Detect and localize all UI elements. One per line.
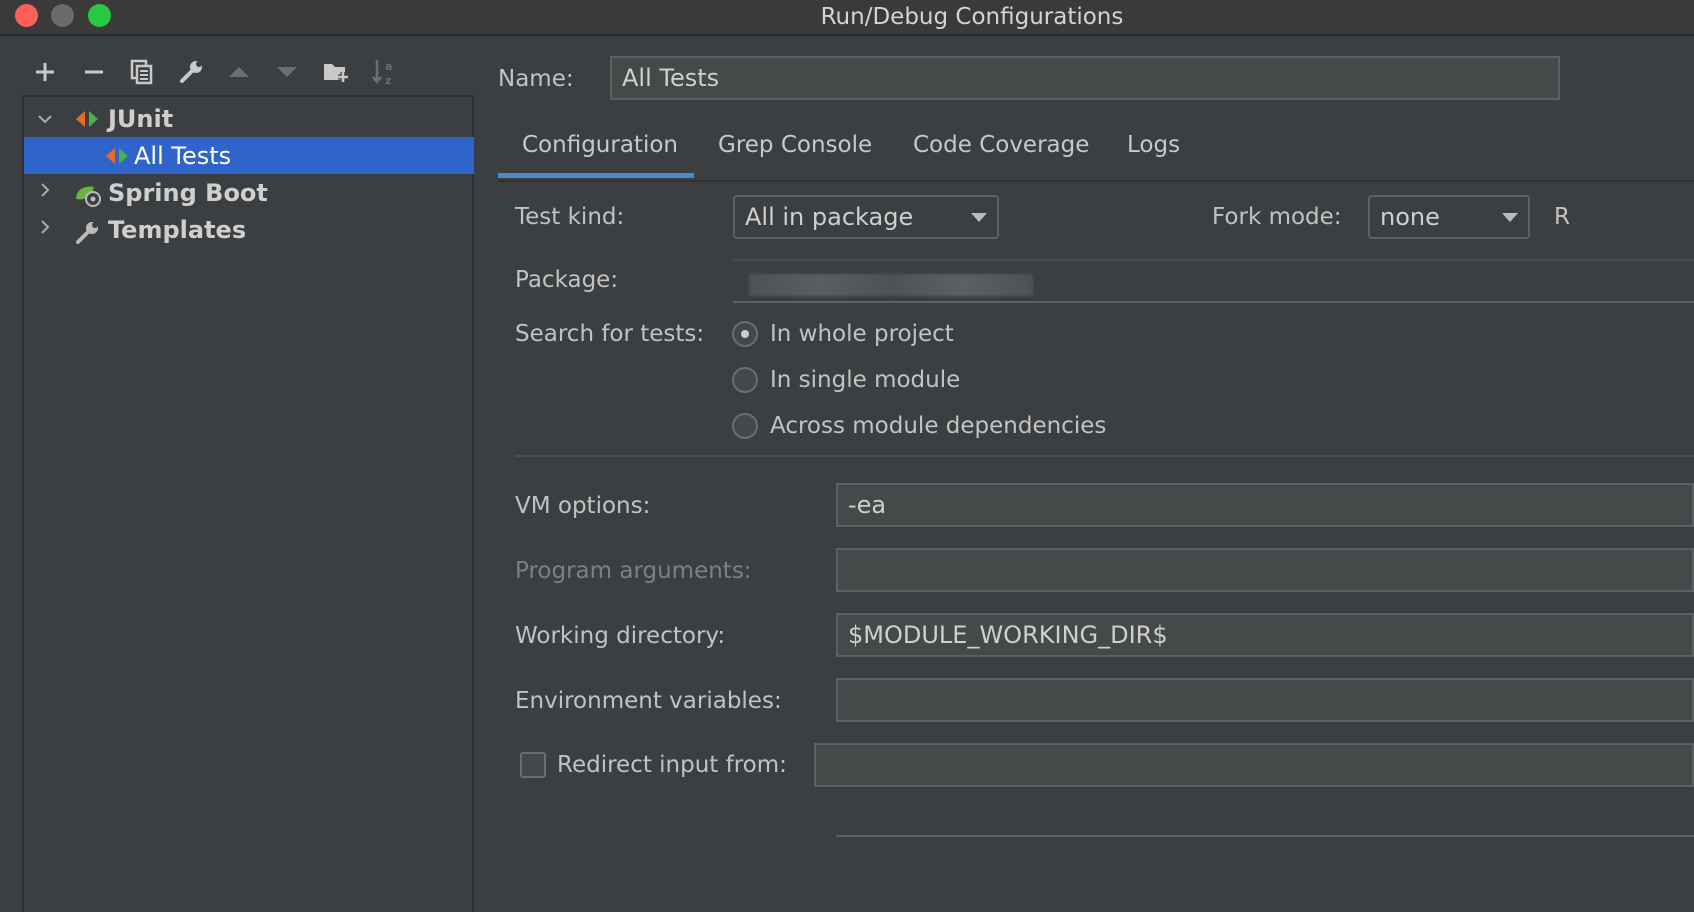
spring-boot-icon xyxy=(74,183,101,207)
chevron-down-icon xyxy=(1502,212,1518,222)
test-kind-label: Test kind: xyxy=(515,204,625,230)
remove-icon[interactable] xyxy=(77,54,111,90)
chevron-right-icon[interactable] xyxy=(30,182,60,203)
title-bar: Run/Debug Configurations xyxy=(0,0,1694,36)
radio-across-modules[interactable] xyxy=(732,413,758,439)
radio-single-module[interactable] xyxy=(732,367,758,393)
program-arguments-label: Program arguments: xyxy=(515,558,752,584)
copy-icon[interactable] xyxy=(125,54,159,90)
configuration-tree: JUnit All Tests Spring Boot Templates xyxy=(22,95,474,912)
tree-item-templates[interactable]: Templates xyxy=(24,211,474,248)
redirect-input-field[interactable] xyxy=(814,743,1694,787)
redirect-input-label: Redirect input from: xyxy=(557,752,787,778)
package-input[interactable] xyxy=(733,259,1694,303)
truncated-label: R xyxy=(1554,204,1570,230)
move-down-icon[interactable] xyxy=(270,54,304,90)
add-icon[interactable] xyxy=(28,54,62,90)
name-input[interactable]: All Tests xyxy=(610,56,1560,100)
tree-item-label: Spring Boot xyxy=(108,178,268,207)
tab-grep-console[interactable]: Grep Console xyxy=(718,132,872,158)
vm-options-label: VM options: xyxy=(515,493,651,519)
environment-variables-input[interactable] xyxy=(836,678,1694,722)
section-divider xyxy=(515,455,1694,457)
wrench-icon xyxy=(74,220,100,244)
move-up-icon[interactable] xyxy=(222,54,256,90)
fork-mode-label: Fork mode: xyxy=(1212,204,1342,230)
name-label: Name: xyxy=(498,66,574,92)
fork-mode-value: none xyxy=(1380,203,1440,231)
search-for-tests-label: Search for tests: xyxy=(515,321,705,347)
sort-icon[interactable]: az xyxy=(367,54,401,90)
wrench-icon[interactable] xyxy=(174,54,208,90)
test-kind-select[interactable]: All in package xyxy=(733,195,999,239)
config-toolbar: az xyxy=(24,54,474,90)
environment-variables-label: Environment variables: xyxy=(515,688,782,714)
working-directory-label: Working directory: xyxy=(515,623,726,649)
tree-item-label: Templates xyxy=(108,215,247,244)
active-tab-indicator xyxy=(498,173,694,178)
tab-logs[interactable]: Logs xyxy=(1127,132,1180,158)
radio-whole-project[interactable] xyxy=(732,321,758,347)
new-folder-icon[interactable] xyxy=(319,54,353,90)
radio-whole-project-label: In whole project xyxy=(770,321,954,347)
chevron-right-icon[interactable] xyxy=(30,219,60,240)
junit-icon xyxy=(74,109,100,129)
vm-options-input[interactable]: -ea xyxy=(836,483,1694,527)
package-label: Package: xyxy=(515,267,619,293)
junit-icon xyxy=(104,146,130,166)
window-title: Run/Debug Configurations xyxy=(820,4,1124,30)
tree-item-label: All Tests xyxy=(134,141,232,170)
redacted-package-value xyxy=(749,274,1033,296)
chevron-down-icon[interactable] xyxy=(30,108,60,129)
test-kind-value: All in package xyxy=(745,203,914,231)
tree-item-spring-boot[interactable]: Spring Boot xyxy=(24,174,474,211)
svg-text:z: z xyxy=(385,74,391,86)
tree-item-all-tests[interactable]: All Tests xyxy=(24,137,474,174)
tree-item-label: JUnit xyxy=(108,104,174,133)
tab-configuration[interactable]: Configuration xyxy=(522,132,678,158)
radio-across-modules-label: Across module dependencies xyxy=(770,413,1107,439)
program-arguments-input[interactable] xyxy=(836,548,1694,592)
redirect-input-checkbox[interactable] xyxy=(520,752,546,778)
next-field-edge xyxy=(836,835,1694,837)
working-directory-input[interactable]: $MODULE_WORKING_DIR$ xyxy=(836,613,1694,657)
radio-single-module-label: In single module xyxy=(770,367,961,393)
svg-text:a: a xyxy=(385,60,392,73)
tab-code-coverage[interactable]: Code Coverage xyxy=(913,132,1089,158)
fork-mode-select[interactable]: none xyxy=(1368,195,1530,239)
chevron-down-icon xyxy=(971,212,987,222)
configuration-editor: Name: All Tests Configuration Grep Conso… xyxy=(498,40,1694,912)
tree-item-junit[interactable]: JUnit xyxy=(24,100,474,137)
